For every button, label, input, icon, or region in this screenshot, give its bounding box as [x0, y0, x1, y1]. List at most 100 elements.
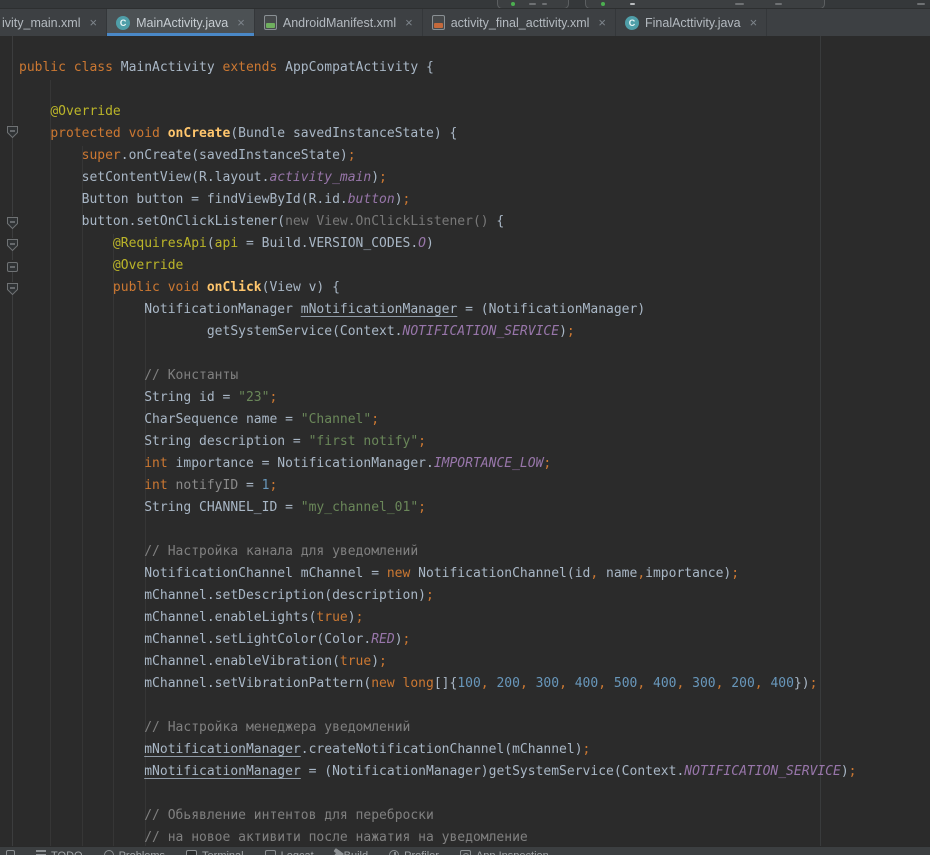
tool-window-button-build[interactable]: Build: [335, 847, 368, 855]
tab-finalacttivity-java[interactable]: CFinalActtivity.java×: [616, 9, 767, 36]
code-token: NotificationChannel mChannel =: [19, 566, 387, 581]
code-token: activity_main: [269, 170, 371, 185]
code-token: new: [387, 566, 410, 581]
code-token: mChannel.enableLights(: [19, 610, 316, 625]
tool-window-label: Problems: [119, 849, 165, 855]
problems-icon: [104, 850, 114, 855]
editor-code: public class MainActivity extends AppCom…: [0, 57, 857, 846]
code-token: ,: [755, 676, 771, 691]
code-token: int: [144, 478, 167, 493]
code-token: mChannel.setDescription(description): [19, 588, 426, 603]
code-token: 100: [457, 676, 480, 691]
code-token: ;: [403, 632, 411, 647]
code-token: @Override: [113, 258, 183, 273]
code-editor[interactable]: public class MainActivity extends AppCom…: [0, 36, 930, 846]
code-token: 200: [731, 676, 754, 691]
code-token: "my_channel_01": [301, 500, 418, 515]
code-token: [19, 742, 144, 757]
tool-window-label: Profiler: [404, 849, 439, 855]
code-token: (View v) {: [262, 280, 340, 295]
code-token: [19, 830, 144, 845]
tool-window-corner-button[interactable]: [6, 847, 15, 855]
tool-window-button-app-inspection[interactable]: App Inspection: [460, 847, 549, 855]
code-token: // Настройка менеджера уведомлений: [144, 720, 410, 735]
code-token: 300: [692, 676, 715, 691]
logcat-icon: [265, 850, 276, 855]
close-icon[interactable]: ×: [237, 16, 245, 29]
code-line: // Настройка канала для уведомлений: [0, 541, 857, 563]
close-icon[interactable]: ×: [90, 16, 98, 29]
code-line: public class MainActivity extends AppCom…: [0, 57, 857, 79]
toolbar-strip: [0, 0, 930, 9]
code-token: ;: [269, 478, 277, 493]
tab-androidmanifest-xml[interactable]: AndroidManifest.xml×: [255, 9, 423, 36]
code-token: extends: [223, 60, 286, 75]
fold-marker-icon[interactable]: [7, 260, 18, 272]
code-token: ;: [371, 412, 379, 427]
java-class-icon: C: [116, 16, 130, 30]
close-icon[interactable]: ×: [750, 16, 758, 29]
code-token: = (NotificationManager)getSystemService(…: [301, 764, 685, 779]
tool-window-button-terminal[interactable]: Terminal: [186, 847, 244, 855]
tab-activity-final-acttivity-xml[interactable]: activity_final_acttivity.xml×: [423, 9, 616, 36]
code-token: ;: [348, 148, 356, 163]
fold-marker-icon[interactable]: [7, 216, 18, 228]
fold-marker-icon[interactable]: [7, 238, 18, 250]
code-token: mChannel.enableVibration(: [19, 654, 340, 669]
close-icon[interactable]: ×: [598, 16, 606, 29]
tool-window-button-problems[interactable]: Problems: [104, 847, 165, 855]
tab-ivity-main-xml[interactable]: ivity_main.xml×: [0, 9, 107, 36]
fold-marker-icon[interactable]: [7, 125, 18, 137]
code-token: notifyID: [176, 478, 239, 493]
code-token: ;: [849, 764, 857, 779]
code-line: super.onCreate(savedInstanceState);: [0, 145, 857, 167]
code-line: // на новое активити после нажатия на ув…: [0, 827, 857, 846]
code-line: mNotificationManager.createNotificationC…: [0, 739, 857, 761]
code-line: int notifyID = 1;: [0, 475, 857, 497]
code-token: ): [371, 170, 379, 185]
tab-mainactivity-java[interactable]: C MainActivity.java ×: [107, 9, 255, 36]
fold-marker-icon[interactable]: [7, 282, 18, 294]
code-token: ,: [481, 676, 497, 691]
code-token: ;: [810, 676, 818, 691]
code-token: int: [144, 456, 167, 471]
toolbar-dash: [917, 3, 925, 5]
code-line: [0, 695, 857, 717]
code-token: ): [841, 764, 849, 779]
code-token: =: [238, 478, 261, 493]
code-token: super: [82, 148, 121, 163]
tool-window-button-todo[interactable]: TODO: [36, 847, 83, 855]
code-token: NOTIFICATION_SERVICE: [403, 324, 560, 339]
tool-window-bar: TODO Problems Terminal Logcat Build Profiler A…: [0, 846, 930, 855]
tool-window-button-profiler[interactable]: Profiler: [389, 847, 439, 855]
run-config-remnant[interactable]: [585, 0, 825, 9]
code-token: AppCompatActivity {: [285, 60, 434, 75]
code-token: [19, 280, 113, 295]
code-token: onClick: [207, 280, 262, 295]
toolbar-dash: [735, 3, 744, 5]
tab-label: MainActivity.java: [136, 16, 228, 30]
code-token: }): [794, 676, 810, 691]
code-line: [0, 783, 857, 805]
code-token: MainActivity: [121, 60, 223, 75]
code-token: [19, 258, 113, 273]
code-token: // Константы: [144, 368, 238, 383]
code-line: mChannel.setVibrationPattern(new long[]{…: [0, 673, 857, 695]
code-token: "first notify": [309, 434, 419, 449]
tool-window-button-logcat[interactable]: Logcat: [265, 847, 314, 855]
todo-icon: [36, 850, 46, 855]
code-token: [19, 148, 82, 163]
code-line: String id = "23";: [0, 387, 857, 409]
code-token: String description =: [19, 434, 309, 449]
code-token: true: [340, 654, 371, 669]
close-icon[interactable]: ×: [405, 16, 413, 29]
code-token: RED: [371, 632, 394, 647]
code-line: @Override: [0, 255, 857, 277]
code-line: NotificationChannel mChannel = new Notif…: [0, 563, 857, 585]
code-token: "Channel": [301, 412, 371, 427]
code-token: ;: [356, 610, 364, 625]
code-token: onCreate: [168, 126, 231, 141]
code-line: mNotificationManager = (NotificationMana…: [0, 761, 857, 783]
code-token: [19, 808, 144, 823]
run-status-dot: [511, 2, 515, 6]
